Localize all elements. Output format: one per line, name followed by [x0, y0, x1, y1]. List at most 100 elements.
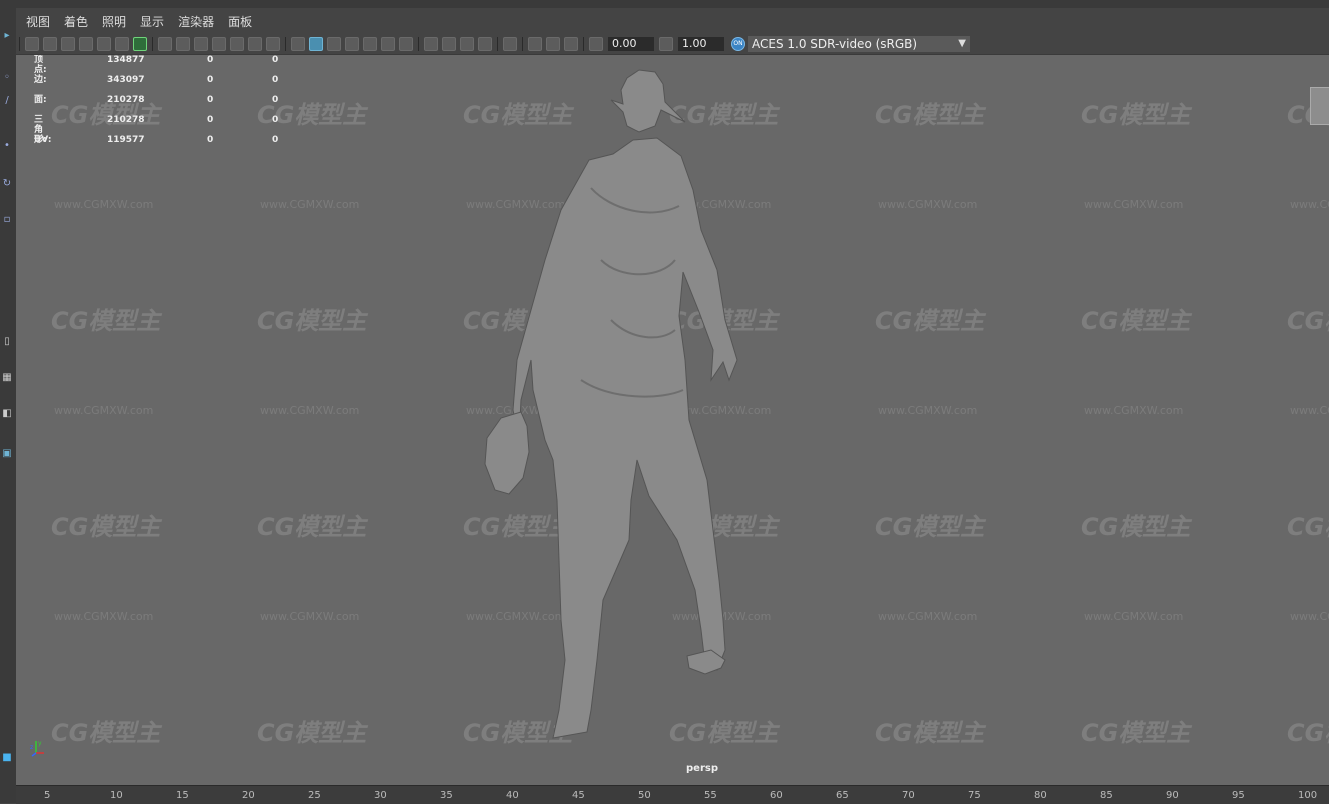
isolate-select-icon[interactable] [503, 37, 517, 51]
panel-toolbar: 0.00 1.00 ON ACES 1.0 SDR-video (sRGB) ▼ [16, 34, 1329, 55]
ruler-tick-label: 5 [44, 790, 51, 801]
paint-tool-icon[interactable]: / [1, 95, 13, 107]
character-model[interactable] [461, 60, 751, 740]
view-transform-dropdown[interactable]: ACES 1.0 SDR-video (sRGB) ▼ [748, 36, 970, 52]
textured-icon[interactable] [363, 37, 377, 51]
hud-value-total: 210278 [107, 95, 145, 105]
ambient-occlusion-icon[interactable] [424, 37, 438, 51]
wireframe-on-shaded-icon[interactable] [345, 37, 359, 51]
anti-aliasing-icon[interactable] [460, 37, 474, 51]
gamma-field[interactable]: 1.00 [678, 37, 724, 51]
watermark-url: www.CGMXW.com [1084, 404, 1184, 417]
hud-value-selected: 0 [207, 75, 214, 85]
gate-mask-icon[interactable] [212, 37, 226, 51]
ruler-tick-label: 15 [176, 790, 189, 801]
menu-view[interactable]: 视图 [26, 13, 50, 30]
hud-value-selected: 0 [207, 95, 214, 105]
hud-value-components: 0 [272, 75, 279, 85]
side-by-side-layout-icon[interactable]: ◧ [1, 408, 13, 420]
hud-value-selected: 0 [207, 135, 214, 145]
ruler-tick-label: 65 [836, 790, 849, 801]
grease-pencil-icon[interactable] [133, 37, 147, 51]
rotate-tool-icon[interactable]: ↻ [1, 178, 13, 190]
axis-gizmo: y z [30, 740, 44, 757]
two-d-pan-zoom-icon[interactable] [115, 37, 129, 51]
active-layout-icon[interactable]: ■ [1, 752, 13, 764]
hud-value-components: 0 [272, 55, 279, 65]
ruler-tick-label: 10 [110, 790, 123, 801]
resolution-gate-icon[interactable] [194, 37, 208, 51]
menu-show[interactable]: 显示 [140, 13, 164, 30]
axis-y-label: y [38, 740, 42, 747]
field-chart-icon[interactable] [230, 37, 244, 51]
image-plane-icon[interactable] [97, 37, 111, 51]
toolbar-separator [152, 37, 153, 51]
grid-icon[interactable] [158, 37, 172, 51]
watermark-url: www.CGMXW.com [260, 404, 360, 417]
hud-label: 面: [34, 95, 47, 105]
select-tool-icon[interactable]: ▸ [1, 30, 13, 42]
smooth-shade-icon[interactable] [309, 37, 323, 51]
wireframe-icon[interactable] [291, 37, 305, 51]
time-slider-ruler[interactable]: 5 10 15 20 25 30 35 40 45 50 55 60 65 70 75 80 85 90 95 100 [16, 785, 1329, 804]
chevron-down-icon: ▼ [958, 38, 966, 49]
use-all-lights-icon[interactable] [381, 37, 395, 51]
watermark-logo: CG模型主 [1081, 101, 1191, 129]
camera-attributes-icon[interactable] [43, 37, 57, 51]
watermark-logo: CG模型主 [257, 307, 367, 335]
single-view-layout-icon[interactable]: ▯ [1, 336, 13, 348]
toolbar-separator [522, 37, 523, 51]
lasso-tool-icon[interactable]: ◦ [1, 72, 13, 84]
scale-tool-icon[interactable]: ▫ [1, 214, 13, 226]
toolbar-separator [418, 37, 419, 51]
hud-value-total: 134877 [107, 55, 145, 65]
toolbar-separator [285, 37, 286, 51]
bookmark-icon[interactable] [79, 37, 93, 51]
ruler-tick-label: 20 [242, 790, 255, 801]
ruler-tick-label: 30 [374, 790, 387, 801]
watermark-logo: CG模型主 [51, 307, 161, 335]
menu-renderer[interactable]: 渲染器 [178, 13, 214, 30]
depth-of-field-icon[interactable] [478, 37, 492, 51]
gamma-icon[interactable] [659, 37, 673, 51]
watermark-logo: CG模型主 [875, 513, 985, 541]
bookmarks-icon[interactable] [61, 37, 75, 51]
exposure-field[interactable]: 0.00 [608, 37, 654, 51]
perspective-viewport[interactable]: CG模型主 CG模型主 CG模型主 CG模型主 CG模型主 CG模型主 CG模型主 CG模型主… [16, 55, 1329, 785]
menu-shading[interactable]: 着色 [64, 13, 88, 30]
xray-icon[interactable] [528, 37, 542, 51]
panel-menubar: 视图 着色 照明 显示 渲染器 面板 [16, 8, 1329, 34]
watermark-url: www.CGMXW.com [54, 198, 154, 211]
safe-action-icon[interactable] [248, 37, 262, 51]
xray-active-components-icon[interactable] [546, 37, 560, 51]
window-top-edge [16, 0, 1329, 8]
view-cube[interactable] [1310, 87, 1329, 125]
exposure-icon[interactable] [589, 37, 603, 51]
watermark-logo: CG模型主 [875, 101, 985, 129]
ruler-tick-label: 50 [638, 790, 651, 801]
hud-value-total: 343097 [107, 75, 145, 85]
motion-blur-icon[interactable] [442, 37, 456, 51]
watermark-url: www.CGMXW.com [1084, 610, 1184, 623]
persp-outliner-layout-icon[interactable]: ▣ [1, 448, 13, 460]
ruler-tick-label: 40 [506, 790, 519, 801]
xray-joints-icon[interactable] [564, 37, 578, 51]
menu-lighting[interactable]: 照明 [102, 13, 126, 30]
select-camera-icon[interactable] [25, 37, 39, 51]
safe-title-icon[interactable] [266, 37, 280, 51]
watermark-logo: CG模型主 [1287, 513, 1329, 541]
ruler-tick-label: 25 [308, 790, 321, 801]
menu-panels[interactable]: 面板 [228, 13, 252, 30]
color-management-toggle-icon[interactable]: ON [731, 37, 745, 51]
watermark-url: www.CGMXW.com [1290, 404, 1329, 417]
watermark-logo: CG模型主 [257, 513, 367, 541]
watermark-logo: CG模型主 [1081, 719, 1191, 747]
film-gate-icon[interactable] [176, 37, 190, 51]
watermark-url: www.CGMXW.com [54, 610, 154, 623]
four-view-layout-icon[interactable]: ▦ [1, 372, 13, 384]
shadows-icon[interactable] [399, 37, 413, 51]
hud-value-components: 0 [272, 95, 279, 105]
move-tool-icon[interactable]: • [1, 140, 13, 152]
use-default-material-icon[interactable] [327, 37, 341, 51]
ruler-tick-label: 55 [704, 790, 717, 801]
